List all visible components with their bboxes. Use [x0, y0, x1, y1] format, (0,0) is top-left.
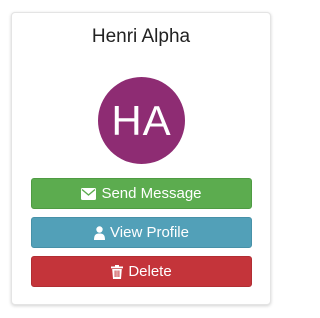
avatar-initials: HA — [111, 96, 172, 144]
envelope-icon — [81, 187, 97, 200]
send-message-label: Send Message — [101, 185, 202, 202]
view-profile-label: View Profile — [110, 224, 189, 241]
avatar: HA — [98, 77, 185, 164]
user-icon — [94, 225, 106, 240]
view-profile-button[interactable]: View Profile — [31, 217, 252, 248]
trash-icon — [111, 264, 124, 279]
delete-label: Delete — [128, 263, 172, 280]
profile-name: Henri Alpha — [91, 26, 191, 47]
profile-card: Henri Alpha HA Send Message View Profile — [11, 12, 271, 305]
delete-button[interactable]: Delete — [31, 256, 252, 287]
send-message-button[interactable]: Send Message — [31, 178, 252, 209]
